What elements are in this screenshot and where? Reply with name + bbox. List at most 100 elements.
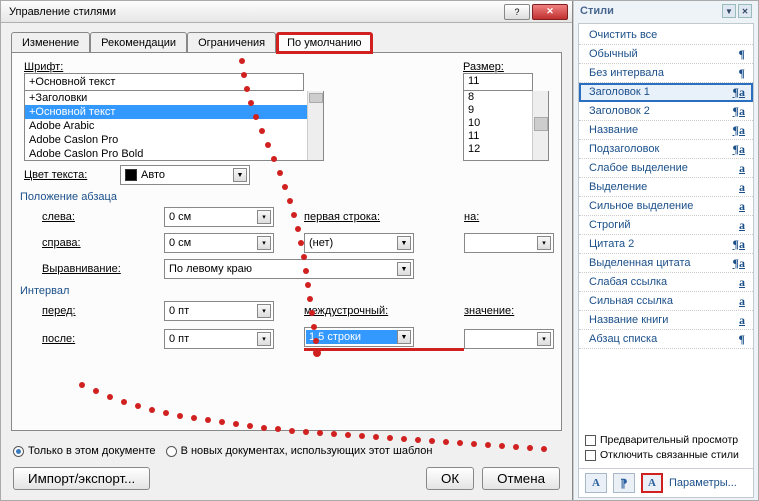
manage-styles-button[interactable]: A	[641, 473, 663, 493]
style-name: Строгий	[589, 219, 631, 231]
help-button[interactable]: ?	[504, 4, 530, 20]
spinner-icon: ▾	[537, 236, 551, 250]
cancel-button[interactable]: Отмена	[482, 467, 560, 490]
style-item[interactable]: Сильное выделение a	[579, 197, 753, 216]
right-spinner[interactable]: 0 см▾	[164, 233, 274, 253]
chevron-down-icon: ▼	[233, 168, 247, 182]
tab-recommend[interactable]: Рекомендации	[90, 32, 187, 53]
tab-body: Шрифт: +Основной текст +Заголовки +Основ…	[11, 52, 562, 431]
radio-this-doc[interactable]: Только в этом документе	[13, 445, 156, 457]
style-name: Очистить все	[589, 29, 657, 41]
after-spinner[interactable]: 0 пт▾	[164, 329, 274, 349]
before-label: перед:	[24, 305, 164, 317]
style-glyph-icon: ¶	[739, 66, 745, 81]
style-glyph-icon: a	[739, 218, 745, 233]
style-glyph-icon: ¶	[739, 47, 745, 62]
paragraph-group: Положение абзаца	[20, 191, 549, 203]
manage-icon: A	[648, 477, 656, 489]
style-name: Заголовок 2	[589, 105, 650, 117]
style-glyph-icon: a	[739, 313, 745, 328]
style-glyph-icon: ¶a	[733, 142, 745, 157]
size-input[interactable]: 11	[463, 73, 533, 91]
spinner-icon: ▾	[257, 210, 271, 224]
options-link[interactable]: Параметры...	[669, 477, 737, 489]
on-label: на:	[464, 211, 574, 223]
font-item[interactable]: +Основной текст	[25, 105, 323, 119]
style-item[interactable]: Выделениеa	[579, 178, 753, 197]
disable-linked-checkbox[interactable]: Отключить связанные стили	[585, 449, 747, 461]
font-item[interactable]: Adobe Caslon Pro	[25, 133, 323, 147]
style-item[interactable]: Строгий a	[579, 216, 753, 235]
style-item[interactable]: Слабое выделениеa	[579, 159, 753, 178]
style-item[interactable]: Без интервала¶	[579, 64, 753, 83]
tab-change[interactable]: Изменение	[11, 32, 90, 53]
radio-new-docs[interactable]: В новых документах, использующих этот ша…	[166, 445, 433, 457]
import-export-button[interactable]: Импорт/экспорт...	[13, 467, 150, 490]
styles-panel: Стили ▼ ✕ Очистить всеОбычный¶Без интерв…	[573, 1, 758, 500]
font-scrollbar[interactable]	[307, 91, 323, 160]
left-spinner[interactable]: 0 см▾	[164, 207, 274, 227]
style-name: Название	[589, 124, 638, 136]
style-glyph-icon: a	[739, 199, 745, 214]
style-item[interactable]: Слабая ссылка a	[579, 273, 753, 292]
style-name: Выделение	[589, 181, 647, 193]
color-dropdown[interactable]: Авто ▼	[120, 165, 250, 185]
font-item[interactable]: Adobe Caslon Pro Bold	[25, 147, 323, 161]
style-item[interactable]: Цитата 2 ¶a	[579, 235, 753, 254]
style-item[interactable]: Заголовок 1¶a	[579, 83, 753, 102]
new-style-icon: A	[592, 477, 600, 489]
style-glyph-icon: ¶a	[733, 104, 745, 119]
style-item[interactable]: Сильная ссылкаa	[579, 292, 753, 311]
tab-restrict[interactable]: Ограничения	[187, 32, 276, 53]
style-glyph-icon: a	[739, 294, 745, 309]
style-name: Слабая ссылка	[589, 276, 667, 288]
style-item[interactable]: Абзац списка¶	[579, 330, 753, 349]
on-spinner[interactable]: ▾	[464, 233, 554, 253]
panel-menu-button[interactable]: ▼	[722, 4, 736, 18]
tab-defaults[interactable]: По умолчанию	[276, 32, 372, 54]
align-dropdown[interactable]: По левому краю▼	[164, 259, 414, 279]
style-item[interactable]: Подзаголовок¶a	[579, 140, 753, 159]
font-input[interactable]: +Основной текст	[24, 73, 304, 91]
tabstrip: Изменение Рекомендации Ограничения По ум…	[1, 23, 572, 52]
new-style-button[interactable]: A	[585, 473, 607, 493]
close-button[interactable]: ✕	[532, 4, 568, 20]
preview-checkbox[interactable]: Предварительный просмотр	[585, 434, 747, 446]
style-name: Сильное выделение	[589, 200, 693, 212]
style-name: Слабое выделение	[589, 162, 688, 174]
linespacing-dropdown[interactable]: 1,5 строки▼	[304, 327, 414, 347]
style-item[interactable]: Название книги a	[579, 311, 753, 330]
font-item[interactable]: Adobe Arabic	[25, 119, 323, 133]
style-glyph-icon: ¶a	[733, 256, 745, 271]
value-spinner[interactable]: ▾	[464, 329, 554, 349]
size-label: Размер:	[463, 61, 504, 73]
style-item[interactable]: Очистить все	[579, 26, 753, 45]
style-glyph-icon: ¶a	[733, 237, 745, 252]
style-item[interactable]: Выделенная цитата ¶a	[579, 254, 753, 273]
style-item[interactable]: Обычный ¶	[579, 45, 753, 64]
panel-close-button[interactable]: ✕	[738, 4, 752, 18]
style-inspector-button[interactable]: ⁋	[613, 473, 635, 493]
style-name: Цитата 2	[589, 238, 634, 250]
chevron-down-icon: ▼	[397, 236, 411, 250]
before-spinner[interactable]: 0 пт▾	[164, 301, 274, 321]
size-list[interactable]: 8 9 10 11 12	[463, 91, 549, 161]
style-glyph-icon: a	[739, 275, 745, 290]
styles-list[interactable]: Очистить всеОбычный¶Без интервала¶Заголо…	[579, 24, 753, 430]
style-name: Название книги	[589, 314, 668, 326]
color-label: Цвет текста:	[24, 169, 120, 181]
firstline-dropdown[interactable]: (нет)▼	[304, 233, 414, 253]
size-scrollbar[interactable]	[532, 91, 548, 160]
right-label: справа:	[24, 237, 164, 249]
chevron-down-icon: ▼	[397, 330, 411, 344]
style-name: Абзац списка	[589, 333, 657, 345]
ok-button[interactable]: ОК	[426, 467, 474, 490]
style-item[interactable]: Название¶a	[579, 121, 753, 140]
font-list[interactable]: +Заголовки +Основной текст Adobe Arabic …	[24, 91, 324, 161]
color-swatch-icon	[125, 169, 137, 181]
style-name: Выделенная цитата	[589, 257, 691, 269]
style-name: Обычный	[589, 48, 638, 60]
style-item[interactable]: Заголовок 2 ¶a	[579, 102, 753, 121]
font-item[interactable]: +Заголовки	[25, 91, 323, 105]
chevron-down-icon: ▼	[397, 262, 411, 276]
